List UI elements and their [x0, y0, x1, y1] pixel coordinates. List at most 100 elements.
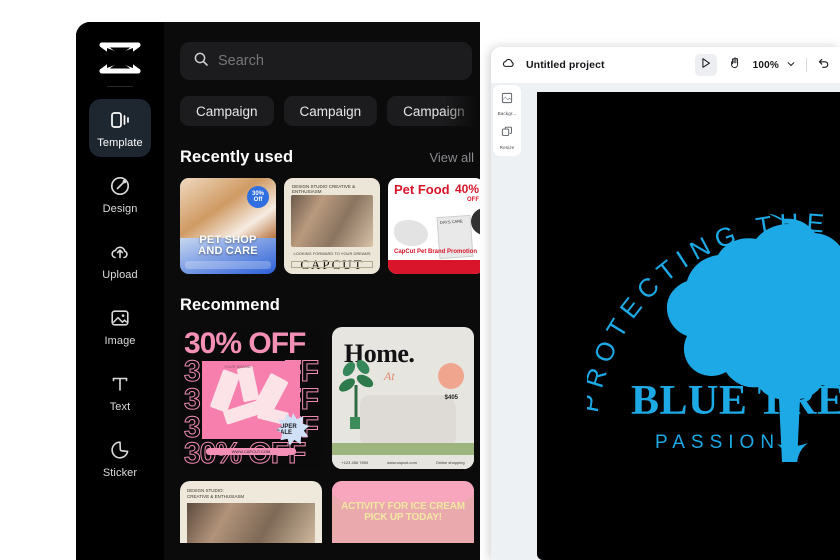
- card-kicker: DESIGN STUDIO: CREATIVE & ENTHUSIASM: [187, 488, 244, 500]
- screen: Template Design Upload Image Text Sticke…: [0, 0, 840, 560]
- sidebar-item-label: Design: [102, 202, 138, 215]
- discount-value: 40%: [454, 182, 479, 196]
- category-chips: Campaign Campaign Campaign: [180, 96, 480, 126]
- card-price: $405: [444, 395, 458, 401]
- toolbar-divider: [806, 58, 807, 72]
- card-photo: [291, 195, 373, 247]
- chip-label: Campaign: [196, 103, 258, 119]
- brand-tag: YOUR BRAND: [224, 364, 251, 369]
- card-script: At: [384, 369, 395, 383]
- card-title: PET SHOP AND CARE: [180, 235, 276, 257]
- chip-campaign-2[interactable]: Campaign: [283, 96, 378, 126]
- drip-graphic: [332, 481, 474, 503]
- card-footer: [291, 261, 373, 268]
- card-footer-bar: [388, 260, 480, 274]
- template-card[interactable]: Home. At $405 +123 456 7890 www.capcut.c…: [332, 327, 474, 469]
- card-website: WWW.CAPCUT.COM: [206, 448, 296, 455]
- editor-window: Untitled project 100% Backgr... Resize O…: [491, 47, 840, 560]
- editor-topbar: Untitled project 100%: [491, 47, 840, 83]
- sidebar-item-sticker[interactable]: Sticker: [89, 429, 151, 487]
- editor-tools: 100%: [694, 54, 830, 76]
- discount-badge: 30% Off: [247, 186, 269, 208]
- sidebar-item-label: Image: [104, 334, 136, 347]
- sidebar-item-design[interactable]: Design: [89, 165, 151, 223]
- sticker-icon: [108, 438, 132, 462]
- view-all-link[interactable]: View all: [429, 150, 474, 165]
- kicker-line1: DESIGN STUDIO:: [187, 488, 224, 493]
- capcut-window: Template Design Upload Image Text Sticke…: [76, 22, 480, 560]
- editor-tool-background[interactable]: Backgr...: [494, 91, 520, 116]
- hand-pan-icon: [729, 56, 741, 74]
- footer-note: Online shopping: [435, 459, 465, 465]
- hand-pan-tool[interactable]: [724, 54, 746, 76]
- project-name[interactable]: Untitled project: [526, 59, 605, 71]
- undo-arrow-icon[interactable]: [817, 56, 830, 74]
- discount-sub: OFF: [467, 197, 479, 203]
- sidebar-item-label: Text: [109, 400, 131, 413]
- recently-used-header: Recently used View all: [180, 148, 474, 167]
- card-headline: ACTIVITY FOR ICE CREAM PICK UP TODAY!: [332, 501, 474, 523]
- cursor-select-icon: [700, 56, 712, 74]
- footer-site: www.capcut.com: [386, 459, 417, 465]
- editor-tool-label: Backgr...: [497, 111, 517, 116]
- card-circle: [438, 363, 464, 389]
- search-icon: [193, 51, 209, 72]
- section-title: Recommend: [180, 296, 280, 314]
- pack-label: DAYS CARE: [439, 218, 463, 226]
- footer-phone: +123 456 7890: [341, 459, 369, 465]
- recommend-row-2: DESIGN STUDIO: CREATIVE & ENTHUSIASM ACT…: [180, 481, 480, 543]
- chevron-down-icon[interactable]: [786, 56, 796, 74]
- card-brand: CapCut Pet Brand Promotion: [394, 249, 478, 255]
- card-subtitle: LOOKING FORWARD TO YOUR DREAMS: [293, 251, 371, 256]
- card-heading: Pet Food: [394, 182, 450, 197]
- card-discount: 40% OFF: [454, 182, 479, 206]
- grass-graphic: [332, 443, 474, 455]
- card-footer-bar: [185, 261, 271, 269]
- template-card[interactable]: 30% OFF 3 3 3 30% OFF FF FF FF YOUR BRAN…: [180, 327, 322, 469]
- background-icon: [501, 91, 513, 109]
- section-title: Recently used: [180, 148, 294, 166]
- template-card[interactable]: DESIGN STUDIO CREATIVE & ENTHUSIASM LOOK…: [284, 178, 380, 274]
- headline-line2: PICK UP TODAY!: [364, 512, 442, 523]
- kicker-line2: CREATIVE & ENTHUSIASM: [187, 494, 245, 499]
- template-card[interactable]: 30% Off PET SHOP AND CARE: [180, 178, 276, 274]
- search-input[interactable]: Search: [180, 42, 472, 80]
- card-shape: [394, 220, 428, 246]
- image-icon: [108, 306, 132, 330]
- design-canvas[interactable]: PROTECTING THE BLUE TRE PASSION: [537, 92, 840, 560]
- template-icon: [108, 108, 132, 132]
- chip-label: Campaign: [403, 103, 465, 119]
- sidebar-item-template[interactable]: Template: [89, 99, 151, 157]
- card-title-line2: AND CARE: [198, 245, 258, 257]
- canvas-subtitle: PASSION: [655, 432, 781, 453]
- recommend-header: Recommend: [180, 296, 474, 315]
- card-footer: +123 456 7890 www.capcut.com Online shop…: [332, 455, 474, 469]
- resize-icon: [501, 125, 513, 143]
- recommend-row-1: 30% OFF 3 3 3 30% OFF FF FF FF YOUR BRAN…: [180, 327, 480, 469]
- recently-used-row: 30% Off PET SHOP AND CARE DESIGN STUDIO …: [180, 178, 480, 274]
- chip-campaign-1[interactable]: Campaign: [180, 96, 274, 126]
- card-photo: [187, 503, 315, 543]
- cloud-sync-icon[interactable]: [501, 55, 517, 76]
- editor-tool-resize[interactable]: Resize: [494, 125, 520, 150]
- cursor-select-tool[interactable]: [694, 54, 717, 76]
- zoom-level[interactable]: 100%: [753, 60, 779, 71]
- cloud-upload-icon: [108, 240, 132, 264]
- chip-label: Campaign: [299, 103, 362, 119]
- sidebar-item-upload[interactable]: Upload: [89, 231, 151, 289]
- template-card[interactable]: Pet Food 40% OFF DAYS CARE CapCut Pet Br…: [388, 178, 480, 274]
- chip-campaign-3[interactable]: Campaign: [387, 96, 480, 126]
- canvas-title: BLUE TRE: [631, 378, 840, 424]
- sidebar-divider: [107, 86, 133, 87]
- sidebar-item-label: Upload: [102, 268, 138, 281]
- editor-body: Backgr... Resize OTECTING T E BLUE TRE P…: [491, 83, 840, 560]
- sidebar-item-text[interactable]: Text: [89, 363, 151, 421]
- editor-left-toolbar: Backgr... Resize: [493, 85, 521, 156]
- sidebar-item-image[interactable]: Image: [89, 297, 151, 355]
- template-card[interactable]: DESIGN STUDIO: CREATIVE & ENTHUSIASM: [180, 481, 322, 543]
- template-card[interactable]: ACTIVITY FOR ICE CREAM PICK UP TODAY!: [332, 481, 474, 543]
- sidebar-item-label: Sticker: [102, 466, 138, 479]
- capcut-logo-icon[interactable]: [96, 36, 144, 80]
- text-icon: [108, 372, 132, 396]
- sofa-graphic: [360, 395, 456, 447]
